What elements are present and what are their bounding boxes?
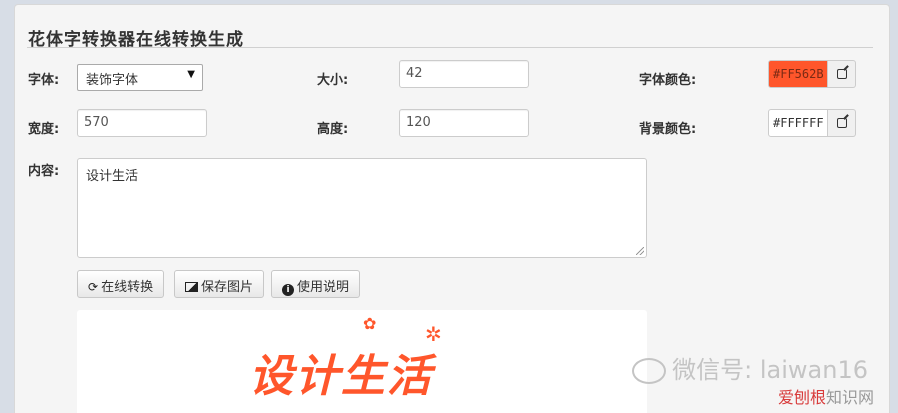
- content-text: 设计生活: [86, 169, 139, 184]
- bg-color-label: 背景颜色:: [639, 122, 697, 137]
- watermark-text: 微信号: laiwan16: [672, 356, 868, 384]
- font-select[interactable]: 装饰字体 ▼: [77, 64, 203, 91]
- content-textarea[interactable]: 设计生活: [77, 158, 647, 258]
- convert-button-label: 在线转换: [101, 280, 154, 295]
- font-color-picker-button[interactable]: [828, 60, 856, 88]
- help-button-label: 使用说明: [297, 280, 350, 295]
- width-label: 宽度:: [28, 122, 60, 137]
- height-label: 高度:: [317, 122, 349, 137]
- save-image-button[interactable]: 保存图片: [174, 270, 265, 298]
- bg-color-picker-button[interactable]: [828, 109, 856, 137]
- content-label: 内容:: [28, 164, 60, 179]
- refresh-icon: ⟳: [88, 280, 99, 294]
- font-label: 字体:: [28, 73, 60, 88]
- picture-icon: [185, 282, 198, 292]
- site-name-part1: 爱刨根: [777, 388, 826, 407]
- bg-color-input[interactable]: #FFFFFF: [768, 109, 828, 137]
- font-color-label: 字体颜色:: [639, 73, 697, 88]
- preview-text: 设计生活: [249, 351, 433, 402]
- resize-grip-icon[interactable]: [636, 247, 644, 255]
- flower-ornament-icon: ✿: [363, 314, 377, 333]
- site-watermark: 爱刨根知识网: [778, 384, 874, 408]
- preview-image: ✿ ✲ 设计生活: [77, 310, 647, 413]
- site-name-part2: 知识网: [825, 388, 874, 407]
- height-input[interactable]: 120: [399, 109, 529, 137]
- info-icon: i: [282, 284, 294, 296]
- size-label: 大小:: [317, 73, 349, 88]
- width-input[interactable]: 570: [77, 109, 207, 137]
- convert-button[interactable]: ⟳ 在线转换: [77, 270, 165, 298]
- font-select-value: 装饰字体: [86, 73, 139, 88]
- wechat-watermark: 微信号: laiwan16: [632, 350, 868, 385]
- edit-icon: [836, 117, 847, 128]
- size-input[interactable]: 42: [399, 60, 529, 88]
- wechat-icon: [632, 358, 667, 384]
- title-divider: [27, 47, 873, 48]
- help-button[interactable]: i 使用说明: [271, 270, 361, 298]
- font-color-input[interactable]: #FF562B: [768, 60, 828, 88]
- edit-icon: [836, 68, 847, 79]
- save-image-button-label: 保存图片: [201, 280, 254, 295]
- chevron-down-icon: ▼: [187, 69, 195, 80]
